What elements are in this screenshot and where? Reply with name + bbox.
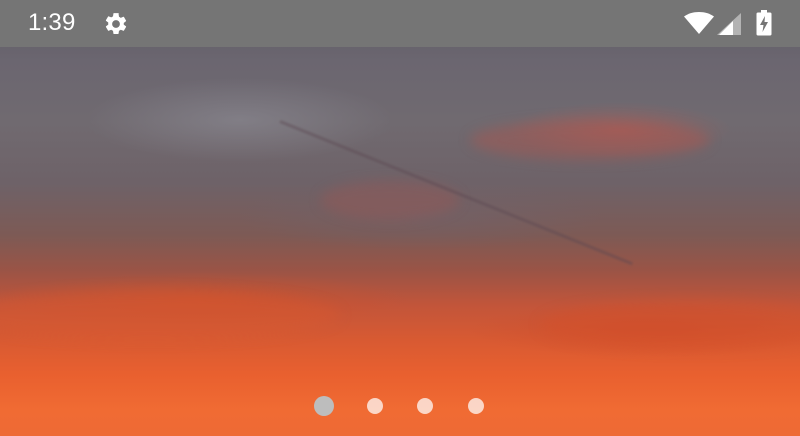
gear-icon[interactable] xyxy=(103,11,129,37)
cloud-band-upper xyxy=(470,120,710,160)
page-dot-4[interactable] xyxy=(468,398,484,414)
battery-charging-icon xyxy=(756,10,772,36)
page-dot-2[interactable] xyxy=(367,398,383,414)
wifi-icon xyxy=(684,12,714,34)
home-screen: 1:39 xyxy=(0,0,800,436)
cell-signal-icon xyxy=(717,13,741,35)
page-dot-1[interactable] xyxy=(314,396,334,416)
status-time: 1:39 xyxy=(28,9,76,36)
status-bar[interactable]: 1:39 xyxy=(0,0,800,47)
page-indicator xyxy=(0,396,800,416)
page-dot-3[interactable] xyxy=(417,398,433,414)
